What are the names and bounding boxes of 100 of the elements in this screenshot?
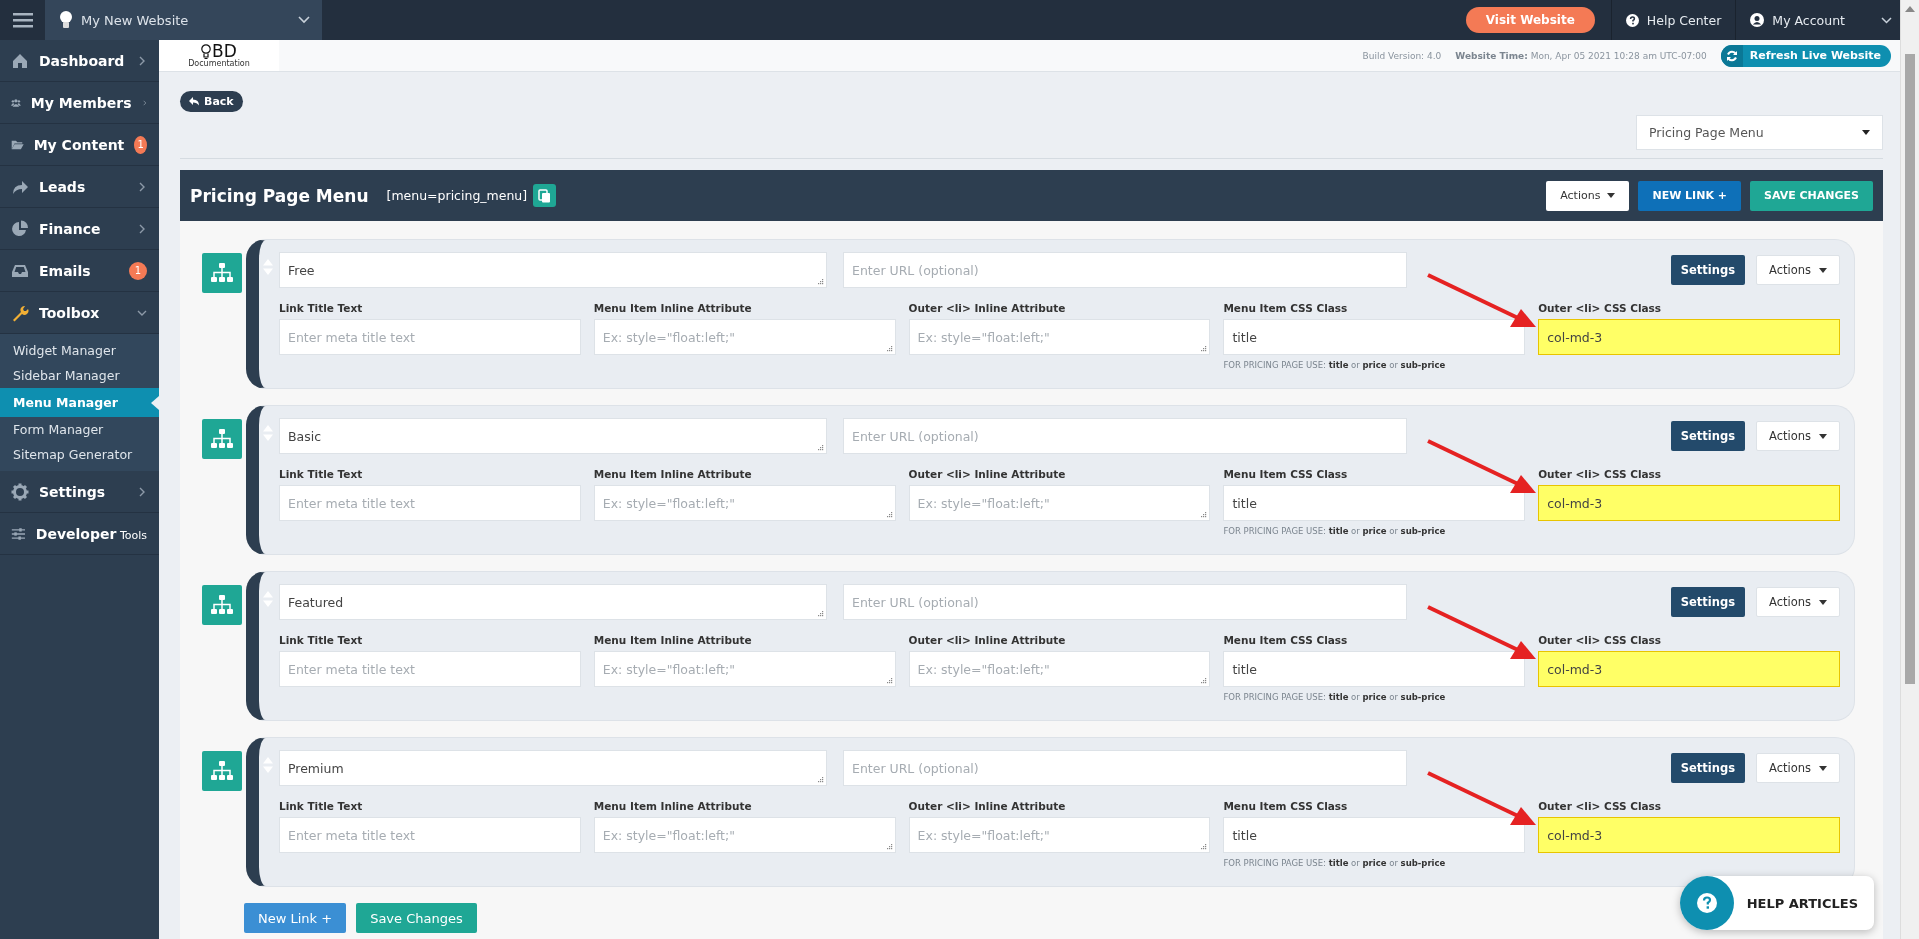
chevron-icon bbox=[1881, 16, 1892, 24]
sidebar-subitem[interactable]: Sitemap Generator bbox=[0, 442, 159, 467]
build-version: Build Version: 4.0 bbox=[1362, 50, 1442, 61]
sidebar-subitem[interactable]: Form Manager bbox=[0, 417, 159, 442]
resize-grip-icon[interactable] bbox=[885, 345, 893, 352]
text-field[interactable]: Ex: style="float:left;" bbox=[908, 817, 1211, 853]
sidebar-item[interactable]: Developer Tools bbox=[0, 513, 159, 555]
sitemap-icon bbox=[202, 253, 242, 293]
resize-grip-icon[interactable] bbox=[817, 278, 824, 285]
copy-button[interactable] bbox=[533, 184, 557, 207]
sidebar-item[interactable]: My Members bbox=[0, 82, 159, 124]
new-link-button[interactable]: NEW LINK + bbox=[1638, 180, 1741, 211]
sidebar-item[interactable]: Settings bbox=[0, 471, 159, 513]
settings-button[interactable]: Settings bbox=[1670, 421, 1745, 451]
menu-dropdown[interactable]: Pricing Page Menu bbox=[1636, 115, 1883, 150]
resize-grip-icon[interactable] bbox=[1200, 511, 1208, 518]
sidebar-item[interactable]: My Content 1 bbox=[0, 124, 159, 166]
link-name-field[interactable]: Premium bbox=[279, 750, 827, 786]
field-label: Menu Item Inline Attribute bbox=[593, 634, 753, 646]
link-name-field[interactable]: Free bbox=[279, 252, 827, 288]
website-time: Website Time: Mon, Apr 05 2021 10:28 am UTC-07:00 bbox=[1455, 50, 1707, 61]
field-hint: FOR PRICING PAGE USE: title or price or sub-price bbox=[1223, 692, 1447, 702]
field-label: Outer <li> CSS Class bbox=[1538, 468, 1663, 480]
sidebar-subitem[interactable]: Sidebar Manager bbox=[0, 363, 159, 388]
text-field[interactable]: Ex: style="float:left;" bbox=[908, 319, 1211, 355]
field-label: Outer <li> Inline Attribute bbox=[908, 302, 1067, 314]
url-field[interactable]: Enter URL (optional) bbox=[843, 584, 1407, 620]
field-label: Outer <li> Inline Attribute bbox=[908, 468, 1067, 480]
text-field[interactable]: Enter meta title text bbox=[279, 319, 581, 355]
scroll-up-icon[interactable] bbox=[1905, 6, 1915, 12]
text-field[interactable]: title bbox=[1223, 651, 1526, 687]
resize-grip-icon[interactable] bbox=[1200, 677, 1208, 684]
text-field[interactable]: Enter meta title text bbox=[279, 485, 581, 521]
text-field[interactable]: Ex: style="float:left;" bbox=[908, 485, 1211, 521]
actions-dropdown[interactable]: Actions bbox=[1756, 587, 1840, 617]
field-label: Outer <li> CSS Class bbox=[1538, 302, 1663, 314]
actions-dropdown[interactable]: Actions bbox=[1546, 180, 1630, 211]
refresh-icon bbox=[1725, 49, 1738, 62]
text-field[interactable]: col-md-3 bbox=[1538, 651, 1840, 687]
text-field[interactable]: col-md-3 bbox=[1538, 319, 1840, 355]
help-icon bbox=[1696, 893, 1717, 913]
scrollbar[interactable] bbox=[1900, 0, 1919, 939]
count-badge: 1 bbox=[129, 261, 147, 280]
menu-icon[interactable] bbox=[12, 12, 33, 28]
text-field[interactable]: title bbox=[1223, 319, 1526, 355]
resize-grip-icon[interactable] bbox=[1200, 345, 1208, 352]
resize-grip-icon[interactable] bbox=[885, 843, 893, 850]
field-hint: FOR PRICING PAGE USE: title or price or sub-price bbox=[1223, 360, 1447, 370]
actions-dropdown[interactable]: Actions bbox=[1756, 255, 1840, 285]
text-field[interactable]: Ex: style="float:left;" bbox=[593, 651, 896, 687]
resize-grip-icon[interactable] bbox=[885, 677, 893, 684]
text-field[interactable]: Enter meta title text bbox=[279, 651, 581, 687]
text-field[interactable]: Ex: style="float:left;" bbox=[593, 485, 896, 521]
settings-button[interactable]: Settings bbox=[1670, 587, 1745, 617]
reply-arrow-icon bbox=[189, 97, 200, 106]
resize-grip-icon[interactable] bbox=[817, 444, 824, 451]
chevron-icon bbox=[137, 55, 147, 66]
refresh-website-button[interactable]: Refresh Live Website bbox=[1720, 44, 1891, 67]
link-name-field[interactable]: Basic bbox=[279, 418, 827, 454]
home-icon bbox=[11, 51, 29, 70]
field-label: Menu Item Inline Attribute bbox=[593, 800, 753, 812]
chevron-icon bbox=[137, 223, 147, 234]
field-label: Menu Item CSS Class bbox=[1223, 468, 1349, 480]
settings-button[interactable]: Settings bbox=[1670, 255, 1745, 285]
url-field[interactable]: Enter URL (optional) bbox=[843, 750, 1407, 786]
text-field[interactable]: col-md-3 bbox=[1538, 817, 1840, 853]
field-hint: FOR PRICING PAGE USE: title or price or sub-price bbox=[1223, 526, 1447, 536]
text-field[interactable]: title bbox=[1223, 817, 1526, 853]
settings-button[interactable]: Settings bbox=[1670, 753, 1745, 783]
sidebar-item[interactable]: Emails 1 bbox=[0, 250, 159, 292]
sidebar-subitem[interactable]: Menu Manager bbox=[0, 388, 159, 417]
resize-grip-icon[interactable] bbox=[885, 511, 893, 518]
resize-grip-icon[interactable] bbox=[817, 610, 824, 617]
actions-dropdown[interactable]: Actions bbox=[1756, 421, 1840, 451]
resize-grip-icon[interactable] bbox=[1200, 843, 1208, 850]
site-selector[interactable]: My New Website bbox=[45, 0, 322, 40]
url-field[interactable]: Enter URL (optional) bbox=[843, 252, 1407, 288]
field-label: Menu Item CSS Class bbox=[1223, 800, 1349, 812]
actions-dropdown[interactable]: Actions bbox=[1756, 753, 1840, 783]
text-field[interactable]: Ex: style="float:left;" bbox=[593, 319, 896, 355]
sidebar-subitem[interactable]: Widget Manager bbox=[0, 338, 159, 363]
back-button[interactable]: Back bbox=[180, 91, 243, 112]
sidebar-item[interactable]: Dashboard bbox=[0, 40, 159, 82]
sidebar-item[interactable]: Finance bbox=[0, 208, 159, 250]
text-field[interactable]: Ex: style="float:left;" bbox=[593, 817, 896, 853]
user-icon bbox=[1750, 13, 1765, 27]
text-field[interactable]: col-md-3 bbox=[1538, 485, 1840, 521]
field-label: Menu Item CSS Class bbox=[1223, 302, 1349, 314]
help-articles-button[interactable]: HELP ARTICLES bbox=[1679, 876, 1874, 930]
text-field[interactable]: Ex: style="float:left;" bbox=[908, 651, 1211, 687]
chevron-icon bbox=[137, 181, 147, 192]
logo-text: BD bbox=[212, 43, 237, 60]
text-field[interactable]: title bbox=[1223, 485, 1526, 521]
resize-grip-icon[interactable] bbox=[817, 776, 824, 783]
url-field[interactable]: Enter URL (optional) bbox=[843, 418, 1407, 454]
link-name-field[interactable]: Featured bbox=[279, 584, 827, 620]
text-field[interactable]: Enter meta title text bbox=[279, 817, 581, 853]
shortcode: [menu=pricing_menu] bbox=[386, 188, 528, 203]
wrench-icon bbox=[11, 303, 29, 322]
sidebar-item[interactable]: Leads bbox=[0, 166, 159, 208]
